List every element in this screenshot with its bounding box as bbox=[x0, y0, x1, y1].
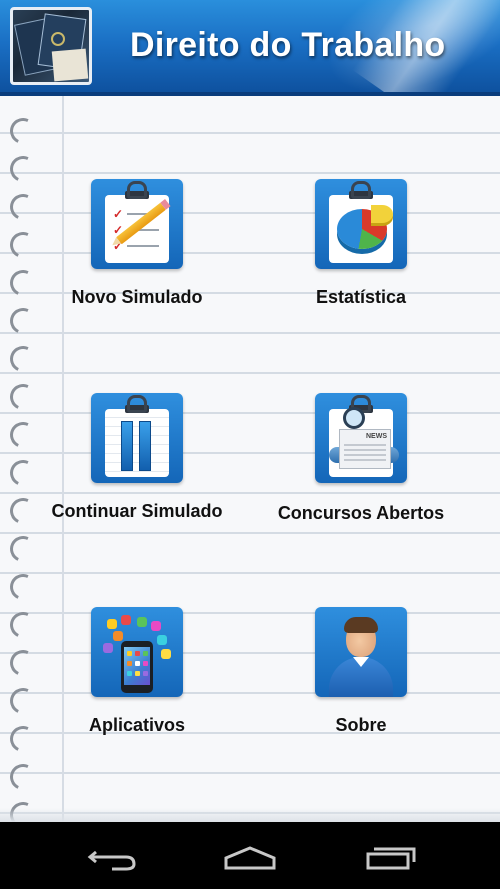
binder-ring bbox=[6, 722, 40, 756]
work-permit-documents-icon bbox=[10, 7, 92, 85]
menu-item-label: Aplicativos bbox=[88, 715, 186, 735]
binder-ring bbox=[6, 418, 40, 452]
back-button[interactable] bbox=[82, 840, 142, 872]
clipboard-checklist-pencil-icon: ✓ ✓ ✓ bbox=[91, 179, 183, 269]
menu-item-label: Novo Simulado bbox=[71, 287, 203, 307]
menu-item-sobre[interactable]: Sobre bbox=[261, 607, 461, 736]
app-header: Direito do Trabalho bbox=[0, 0, 500, 96]
binder-ring bbox=[6, 152, 40, 186]
pie-chart-icon bbox=[315, 179, 407, 269]
menu-item-novo-simulado[interactable]: ✓ ✓ ✓ Novo Simulado bbox=[37, 179, 237, 308]
binder-ring bbox=[6, 570, 40, 604]
recent-apps-button[interactable] bbox=[362, 840, 422, 872]
menu-item-continuar-simulado[interactable]: Continuar Simulado bbox=[37, 393, 237, 522]
menu-item-label: Estatística bbox=[315, 287, 407, 307]
binder-ring bbox=[6, 228, 40, 262]
binder-ring bbox=[6, 494, 40, 528]
home-icon bbox=[224, 846, 276, 870]
recent-apps-icon bbox=[366, 847, 416, 870]
binder-ring bbox=[6, 760, 40, 794]
newspaper-magnifier-icon: NEWS bbox=[315, 393, 407, 483]
binder-ring bbox=[6, 380, 40, 414]
binder-ring bbox=[6, 608, 40, 642]
binder-ring bbox=[6, 114, 40, 148]
smartphone-apps-icon bbox=[91, 607, 183, 697]
person-avatar-icon bbox=[315, 607, 407, 697]
menu-item-label: Continuar Simulado bbox=[51, 501, 223, 521]
home-button[interactable] bbox=[220, 840, 280, 872]
binder-ring bbox=[6, 684, 40, 718]
menu-item-aplicativos[interactable]: Aplicativos bbox=[37, 607, 237, 736]
bar-chart-clipboard-icon bbox=[91, 393, 183, 483]
menu-item-estatistica[interactable]: Estatística bbox=[261, 179, 461, 308]
binder-rings bbox=[6, 114, 40, 832]
back-icon bbox=[87, 850, 136, 871]
binder-ring bbox=[6, 532, 40, 566]
menu-item-label: Sobre bbox=[335, 715, 387, 735]
binder-ring bbox=[6, 190, 40, 224]
app-title: Direito do Trabalho bbox=[130, 26, 446, 64]
binder-ring bbox=[6, 456, 40, 490]
system-navigation-bar bbox=[0, 822, 500, 889]
binder-ring bbox=[6, 266, 40, 300]
binder-ring bbox=[6, 304, 40, 338]
menu-item-label: Concursos Abertos bbox=[277, 503, 445, 523]
binder-ring bbox=[6, 342, 40, 376]
menu-item-concursos-abertos[interactable]: NEWS Concursos Abertos bbox=[261, 393, 461, 524]
binder-ring bbox=[6, 646, 40, 680]
